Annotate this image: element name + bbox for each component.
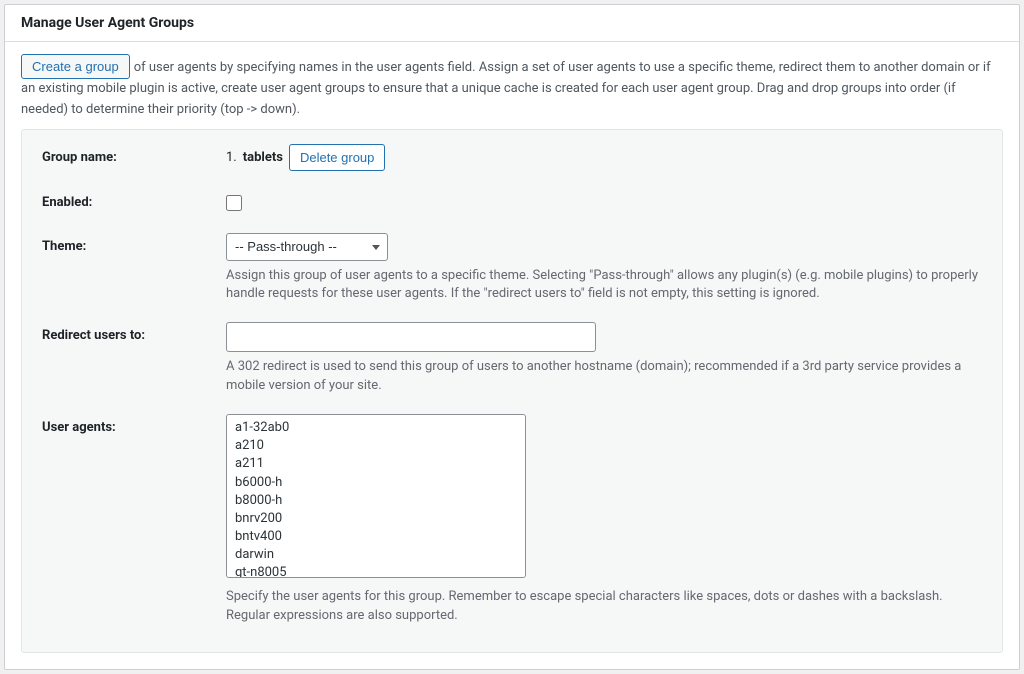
row-enabled: Enabled: xyxy=(42,189,982,215)
theme-help-text: Assign this group of user agents to a sp… xyxy=(226,267,982,305)
create-group-button[interactable]: Create a group xyxy=(21,54,130,79)
redirect-input[interactable] xyxy=(226,322,596,352)
panel-body: Create a groupof user agents by specifyi… xyxy=(5,42,1019,669)
label-enabled: Enabled: xyxy=(42,189,226,210)
manage-user-agent-groups-panel: Manage User Agent Groups Create a groupo… xyxy=(4,4,1020,670)
redirect-help-text: A 302 redirect is used to send this grou… xyxy=(226,358,982,396)
panel-header: Manage User Agent Groups xyxy=(5,5,1019,42)
intro-text: Create a groupof user agents by specifyi… xyxy=(21,54,1003,121)
row-theme: Theme: -- Pass-through -- Assign this gr… xyxy=(42,233,982,305)
delete-group-button[interactable]: Delete group xyxy=(289,144,385,171)
row-user-agents: User agents: Specify the user agents for… xyxy=(42,414,982,626)
panel-title: Manage User Agent Groups xyxy=(21,15,1003,31)
row-redirect: Redirect users to: A 302 redirect is use… xyxy=(42,322,982,396)
user-agents-textarea[interactable] xyxy=(226,414,526,578)
theme-select[interactable]: -- Pass-through -- xyxy=(226,233,388,261)
label-user-agents: User agents: xyxy=(42,414,226,435)
group-box: Group name: 1. tablets Delete group Enab… xyxy=(21,129,1003,653)
row-group-name: Group name: 1. tablets Delete group xyxy=(42,144,982,171)
intro-description: of user agents by specifying names in th… xyxy=(21,60,991,117)
enabled-checkbox[interactable] xyxy=(226,195,242,211)
label-redirect: Redirect users to: xyxy=(42,322,226,343)
group-index: 1. xyxy=(226,150,237,165)
label-theme: Theme: xyxy=(42,233,226,254)
label-group-name: Group name: xyxy=(42,144,226,165)
group-name-value: tablets xyxy=(243,150,283,165)
user-agents-help-text: Specify the user agents for this group. … xyxy=(226,588,982,626)
